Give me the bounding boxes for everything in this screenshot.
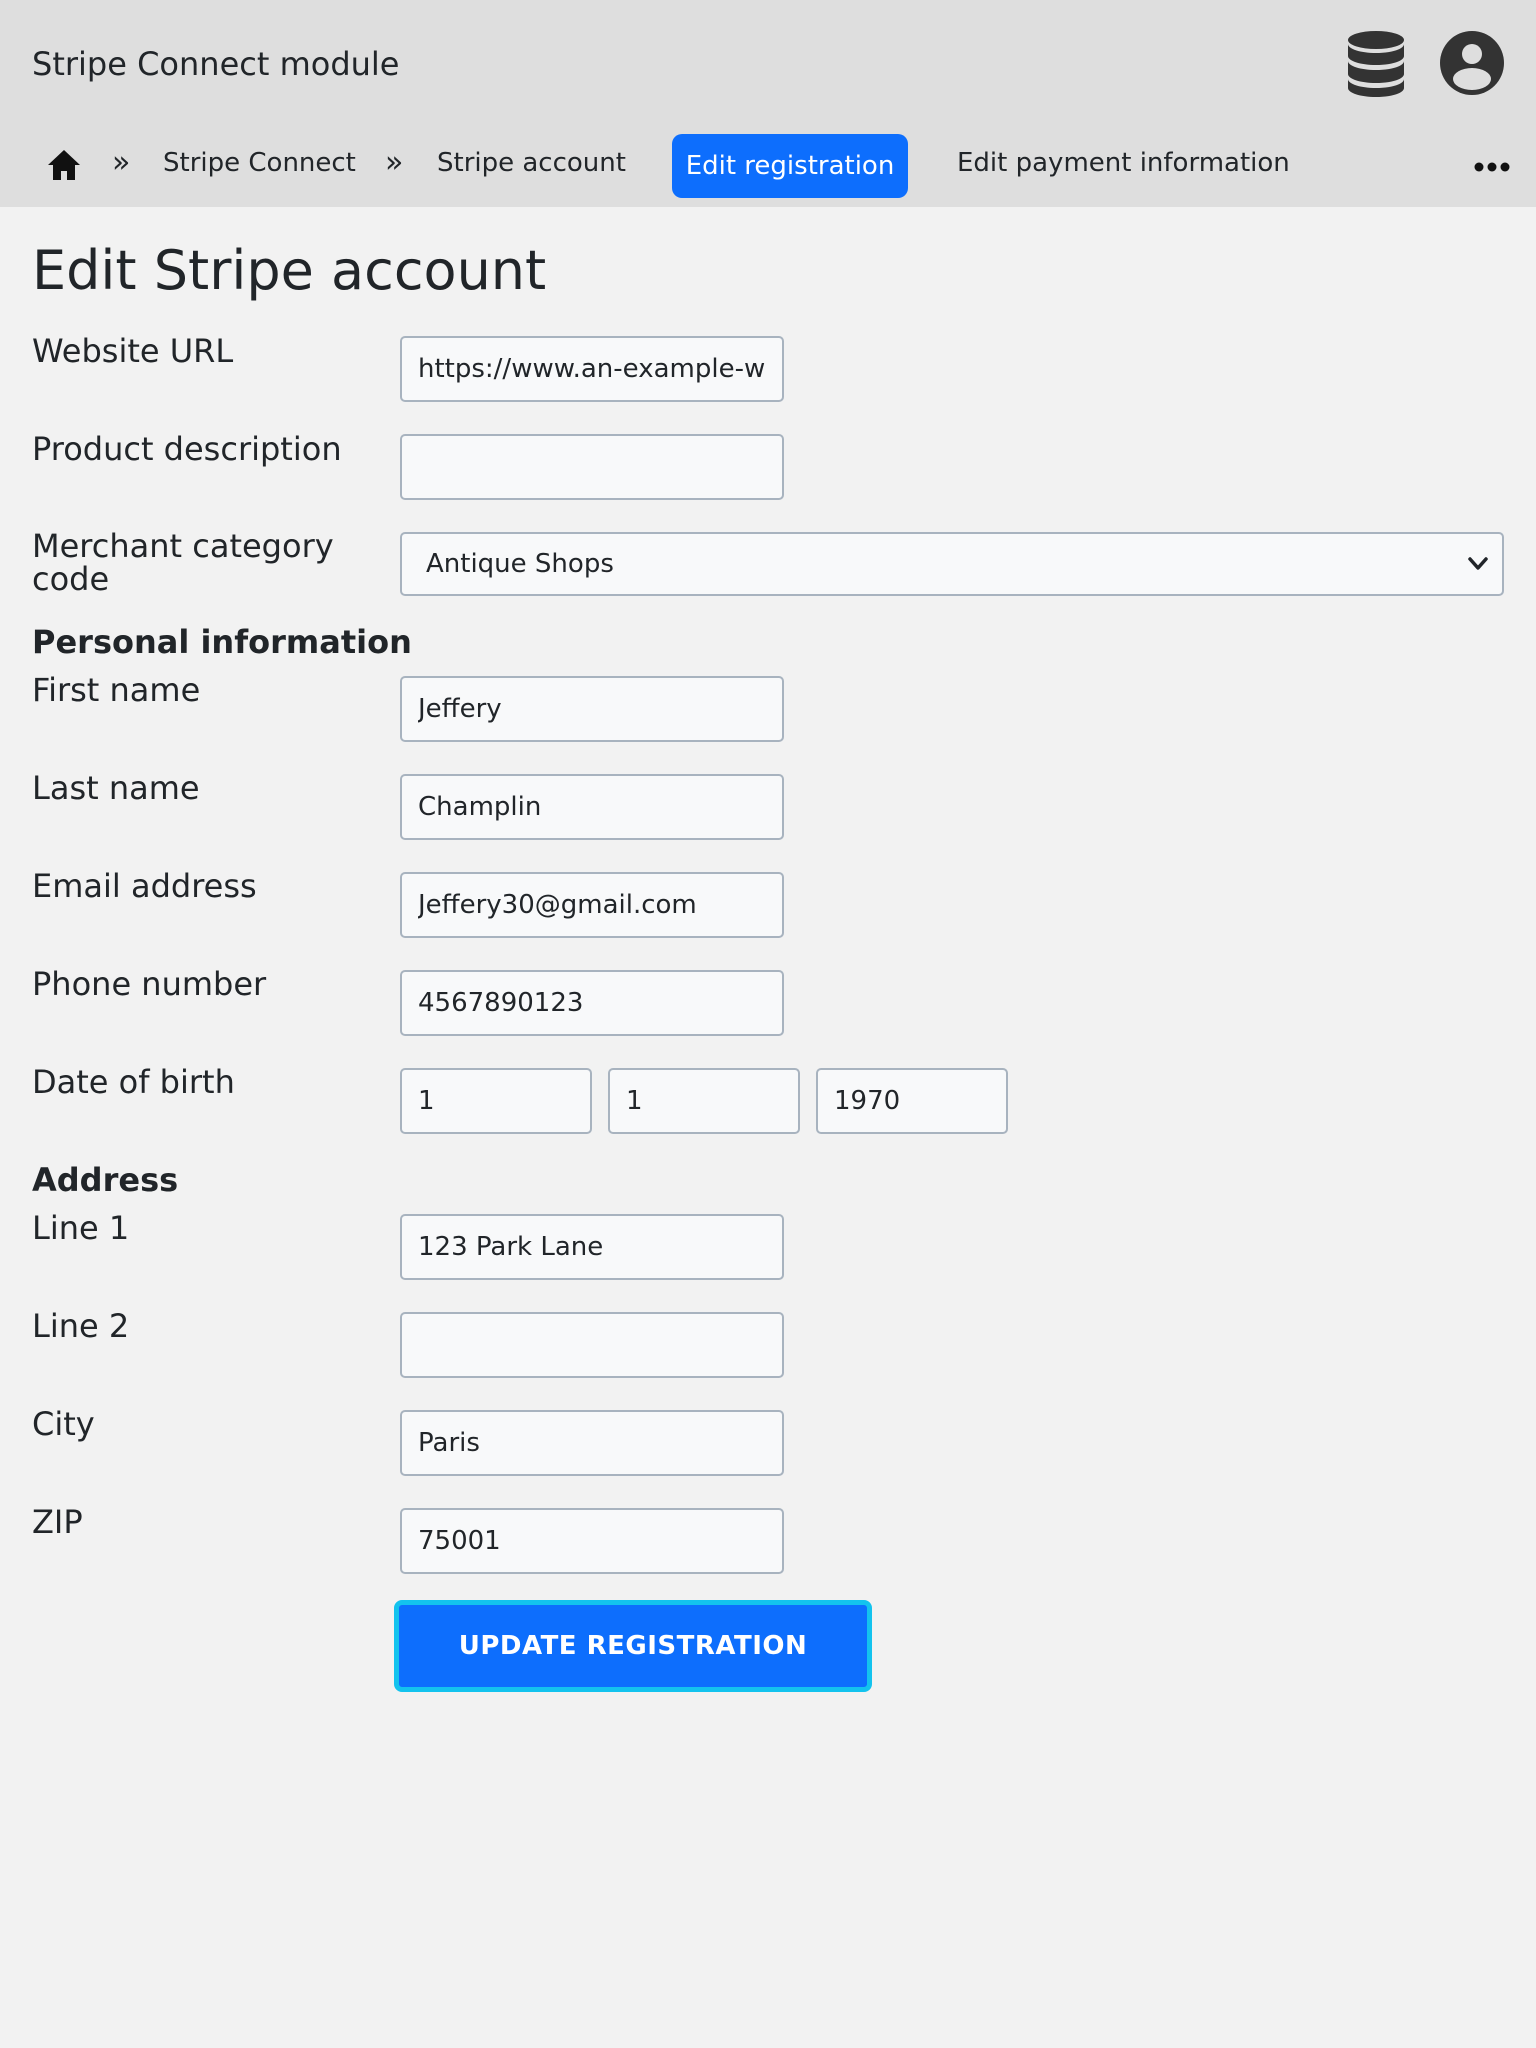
first-name-input[interactable] xyxy=(400,676,784,742)
zip-label: ZIP xyxy=(32,1503,83,1541)
more-horizontal-icon[interactable] xyxy=(1474,162,1510,172)
city-label: City xyxy=(32,1405,95,1443)
line1-label: Line 1 xyxy=(32,1209,130,1247)
address-line1-input[interactable] xyxy=(400,1214,784,1280)
breadcrumb-stripe-account[interactable]: Stripe account xyxy=(437,143,626,183)
last-name-input[interactable] xyxy=(400,774,784,840)
breadcrumb-separator: » xyxy=(385,145,404,180)
top-bar: Stripe Connect module » Stripe Connect »… xyxy=(0,0,1536,207)
app-title: Stripe Connect module xyxy=(32,45,400,83)
update-registration-button[interactable]: UPDATE REGISTRATION xyxy=(394,1600,872,1692)
merchant-category-label: Merchant category code xyxy=(32,527,334,598)
dob-year-input[interactable] xyxy=(816,1068,1008,1134)
website-url-label: Website URL xyxy=(32,332,234,370)
phone-input[interactable] xyxy=(400,970,784,1036)
website-url-input[interactable] xyxy=(400,336,784,402)
date-of-birth-label: Date of birth xyxy=(32,1063,235,1101)
email-input[interactable] xyxy=(400,872,784,938)
page-title: Edit Stripe account xyxy=(32,239,547,302)
city-input[interactable] xyxy=(400,1410,784,1476)
zip-input[interactable] xyxy=(400,1508,784,1574)
address-heading: Address xyxy=(32,1161,179,1199)
first-name-label: First name xyxy=(32,671,201,709)
user-circle-icon[interactable] xyxy=(1439,30,1505,96)
last-name-label: Last name xyxy=(32,769,200,807)
merchant-category-value: Antique Shops xyxy=(426,549,614,579)
tab-edit-registration[interactable]: Edit registration xyxy=(672,134,908,198)
breadcrumb-separator: » xyxy=(112,145,131,180)
database-icon[interactable] xyxy=(1344,30,1408,98)
address-line2-input[interactable] xyxy=(400,1312,784,1378)
merchant-category-select[interactable]: Antique Shops xyxy=(400,532,1504,596)
tab-edit-payment-information[interactable]: Edit payment information xyxy=(957,143,1290,183)
email-label: Email address xyxy=(32,867,257,905)
line2-label: Line 2 xyxy=(32,1307,130,1345)
chevron-down-icon xyxy=(1468,557,1488,570)
breadcrumb-stripe-connect[interactable]: Stripe Connect xyxy=(163,143,356,183)
phone-label: Phone number xyxy=(32,965,267,1003)
product-description-input[interactable] xyxy=(400,434,784,500)
dob-month-input[interactable] xyxy=(608,1068,800,1134)
product-description-label: Product description xyxy=(32,430,342,468)
dob-day-input[interactable] xyxy=(400,1068,592,1134)
personal-information-heading: Personal information xyxy=(32,623,412,661)
home-icon[interactable] xyxy=(46,148,82,182)
